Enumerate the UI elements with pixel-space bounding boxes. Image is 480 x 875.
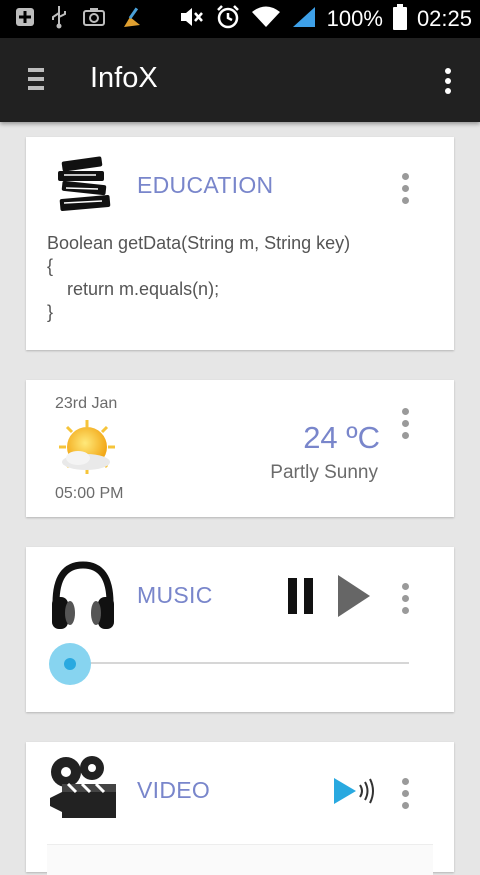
education-title: EDUCATION [137,172,274,198]
weather-more-icon[interactable] [400,408,410,442]
weather-date: 23rd Jan [55,395,118,412]
pause-button[interactable] [286,578,316,614]
education-more-icon[interactable] [400,173,410,207]
books-icon [56,155,114,222]
video-play-button[interactable] [332,776,376,806]
battery-icon [392,3,407,35]
music-card[interactable]: MUSIC [26,547,454,712]
partly-sunny-icon [56,418,118,481]
usb-icon [50,5,68,34]
status-left-icons [14,5,144,34]
status-bar: 100% 02:25 [0,0,480,38]
education-card[interactable]: EDUCATION Boolean getData(String m, Stri… [26,137,454,350]
cleaner-icon [120,5,144,34]
weather-time: 05:00 PM [55,485,124,502]
mute-icon [179,5,205,34]
weather-card[interactable]: 23rd Jan 05:00 PM 24 ºC Partly Sunny [26,380,454,517]
play-icon [336,575,372,621]
camera-icon [82,6,106,33]
music-progress-thumb[interactable] [49,643,91,685]
music-title: MUSIC [137,582,213,608]
status-time: 02:25 [416,6,472,31]
education-code-snippet: Boolean getData(String m, String key) { … [47,233,351,322]
music-more-icon[interactable] [400,583,410,617]
pause-icon [286,578,316,618]
video-content-area [47,844,433,875]
app-bar: InfoX [0,38,480,122]
more-vertical-icon[interactable] [444,68,452,96]
alarm-icon [215,4,241,35]
status-right-icons: 100% 02:25 [179,3,472,35]
video-title: VIDEO [137,777,211,803]
weather-temperature: 24 ºC [303,420,380,455]
play-button[interactable] [336,575,372,617]
headphones-icon [50,559,116,638]
play-sound-icon [332,778,376,810]
music-progress-track[interactable] [70,662,409,664]
signal-icon [291,5,317,34]
battery-percent: 100% [326,6,383,31]
hamburger-icon[interactable] [28,68,46,94]
video-card[interactable]: VIDEO [26,742,454,875]
weather-condition: Partly Sunny [270,462,378,483]
clapperboard-icon [48,754,122,829]
add-icon [14,6,36,33]
app-title: InfoX [90,62,158,94]
wifi-icon [251,5,281,34]
video-more-icon[interactable] [400,778,410,812]
